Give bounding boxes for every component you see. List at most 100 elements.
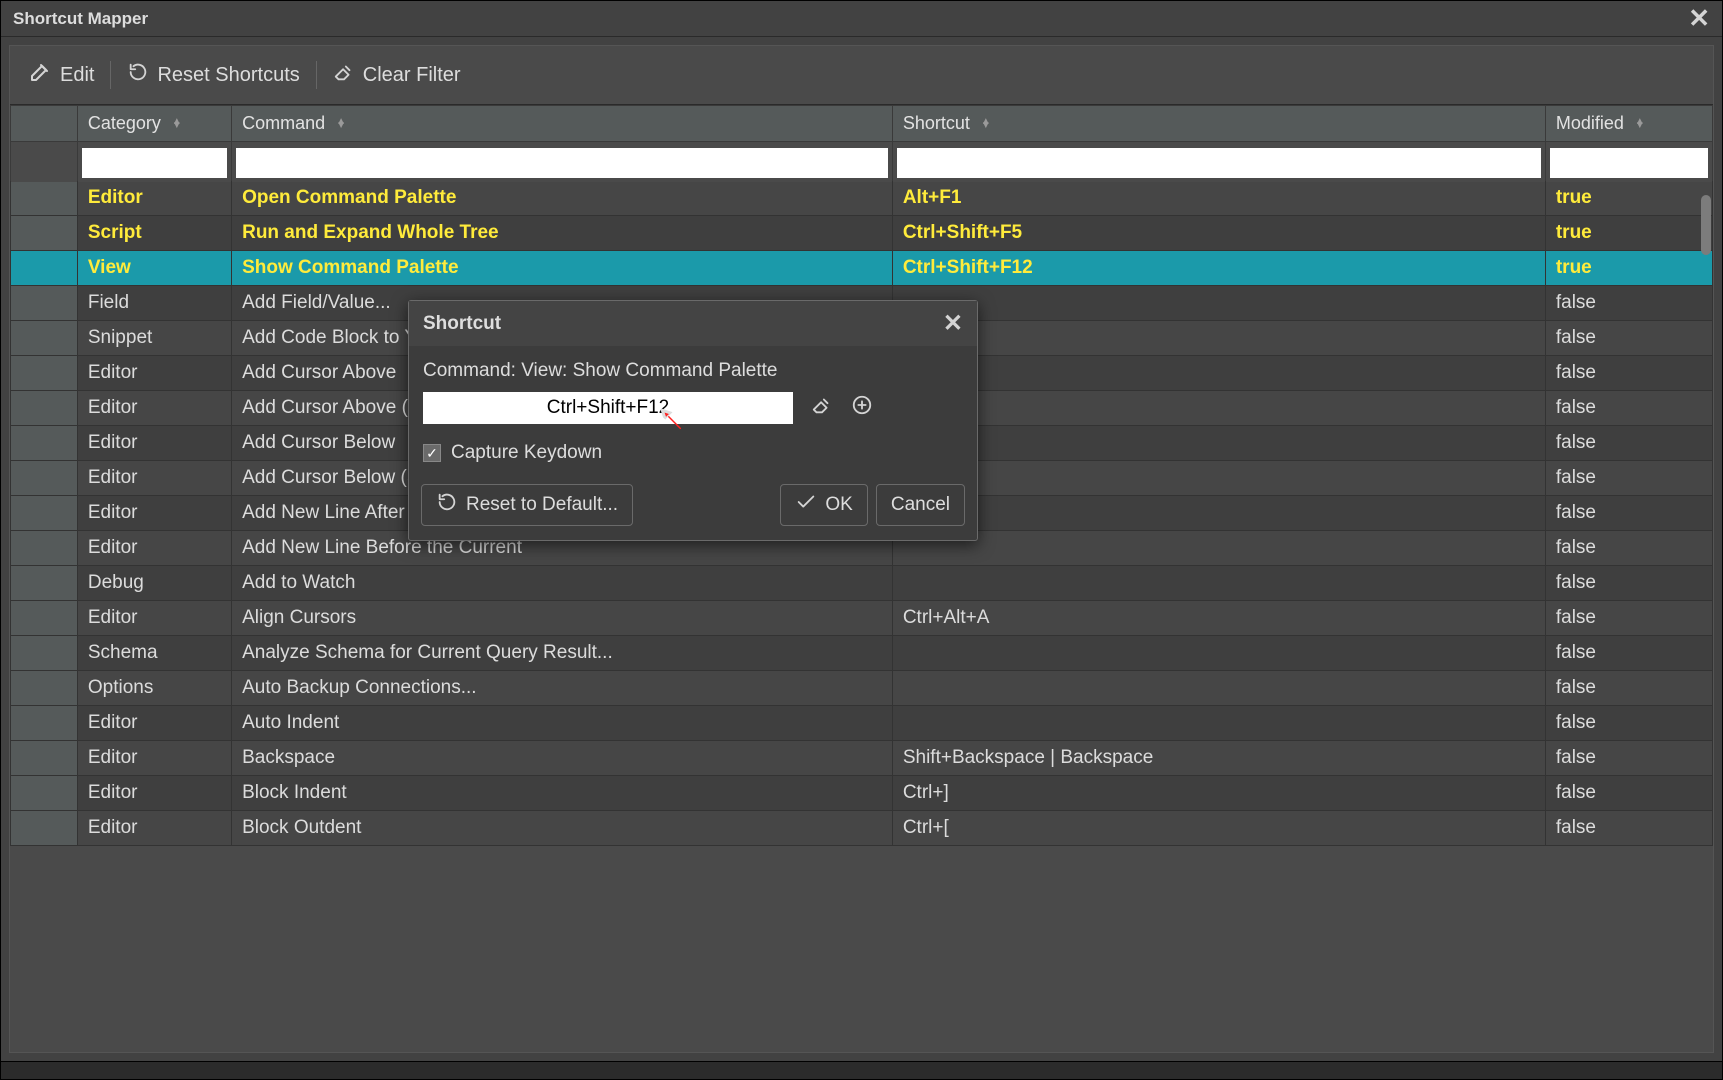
modified-cell: true (1545, 216, 1712, 251)
statusbar (1, 1061, 1722, 1079)
row-number-cell (11, 776, 78, 811)
shortcut-cell (892, 496, 1545, 531)
ok-button[interactable]: OK (780, 484, 867, 526)
toolbar: Edit Reset Shortcuts Clear Filter (10, 46, 1713, 105)
dialog-close-button[interactable]: ✕ (943, 309, 963, 338)
toolbar-separator (110, 61, 111, 89)
category-cell: Editor (77, 601, 231, 636)
modified-cell: false (1545, 741, 1712, 776)
modified-cell: false (1545, 496, 1712, 531)
command-cell: Align Cursors (232, 601, 893, 636)
plus-circle-icon (851, 394, 873, 422)
vertical-scrollbar[interactable] (1701, 195, 1711, 1052)
category-header[interactable]: Category ▲▼ (77, 106, 231, 142)
dialog-title: Shortcut (423, 313, 501, 335)
shortcut-cell (892, 531, 1545, 566)
category-cell: Editor (77, 496, 231, 531)
row-number-cell (11, 321, 78, 356)
table-row[interactable]: DebugAdd to Watchfalse (11, 566, 1713, 601)
dialog-footer: Reset to Default... OK Cancel (409, 472, 977, 540)
table-row[interactable]: EditorBackspaceShift+Backspace | Backspa… (11, 741, 1713, 776)
shortcut-input[interactable] (423, 392, 793, 424)
window-close-button[interactable]: ✕ (1688, 3, 1710, 34)
category-cell: Editor (77, 356, 231, 391)
row-number-cell (11, 356, 78, 391)
modified-filter-input[interactable] (1550, 148, 1708, 178)
reset-shortcuts-button[interactable]: Reset Shortcuts (115, 55, 311, 95)
add-shortcut-button[interactable] (851, 394, 873, 422)
titlebar: Shortcut Mapper ✕ (1, 1, 1722, 37)
row-number-cell (11, 811, 78, 846)
shortcut-cell (892, 636, 1545, 671)
modified-cell: false (1545, 601, 1712, 636)
modified-header[interactable]: Modified ▲▼ (1545, 106, 1712, 142)
dialog-titlebar: Shortcut ✕ (409, 301, 977, 346)
row-number-cell (11, 671, 78, 706)
shortcut-cell: Ctrl+] (892, 776, 1545, 811)
modified-cell: false (1545, 776, 1712, 811)
edit-label: Edit (60, 64, 94, 87)
dialog-body: Command: View: Show Command Palette ✓ Ca… (409, 346, 977, 472)
shortcut-header[interactable]: Shortcut ▲▼ (892, 106, 1545, 142)
command-header[interactable]: Command ▲▼ (232, 106, 893, 142)
toolbar-separator (316, 61, 317, 89)
shortcut-cell: Alt+F1 (892, 181, 1545, 216)
table-row[interactable]: SchemaAnalyze Schema for Current Query R… (11, 636, 1713, 671)
row-number-cell (11, 531, 78, 566)
window-body: Edit Reset Shortcuts Clear Filter (1, 37, 1722, 1061)
panel: Edit Reset Shortcuts Clear Filter (9, 45, 1714, 1053)
table-row[interactable]: EditorBlock IndentCtrl+]false (11, 776, 1713, 811)
capture-keydown-checkbox[interactable]: ✓ (423, 444, 441, 462)
scrollbar-thumb[interactable] (1701, 195, 1711, 255)
modified-cell: false (1545, 356, 1712, 391)
shortcut-cell (892, 321, 1545, 356)
table-row[interactable]: EditorOpen Command PaletteAlt+F1true (11, 181, 1713, 216)
clear-shortcut-button[interactable] (811, 394, 833, 422)
filter-row-number (11, 143, 78, 182)
table-row[interactable]: OptionsAuto Backup Connections...false (11, 671, 1713, 706)
table-header-row: Category ▲▼ Command ▲▼ Shortcut ▲▼ (11, 106, 1713, 142)
modified-cell: false (1545, 391, 1712, 426)
shortcut-cell (892, 426, 1545, 461)
cancel-button[interactable]: Cancel (876, 484, 965, 526)
category-cell: Editor (77, 811, 231, 846)
modified-cell: false (1545, 461, 1712, 496)
row-number-cell (11, 566, 78, 601)
command-cell: Add to Watch (232, 566, 893, 601)
shortcut-cell (892, 356, 1545, 391)
reset-to-default-button[interactable]: Reset to Default... (421, 484, 633, 526)
table-scroll[interactable]: Category ▲▼ Command ▲▼ Shortcut ▲▼ (10, 105, 1713, 1052)
shortcut-cell (892, 566, 1545, 601)
table-row[interactable]: ScriptRun and Expand Whole TreeCtrl+Shif… (11, 216, 1713, 251)
capture-keydown-row: ✓ Capture Keydown (423, 442, 963, 464)
table-row[interactable]: EditorAuto Indentfalse (11, 706, 1713, 741)
command-filter-input[interactable] (236, 148, 888, 178)
reset-icon (436, 491, 458, 519)
row-number-cell (11, 741, 78, 776)
command-cell: Auto Backup Connections... (232, 671, 893, 706)
category-cell: Field (77, 286, 231, 321)
capture-keydown-label: Capture Keydown (451, 442, 602, 464)
shortcut-filter-input[interactable] (897, 148, 1541, 178)
modified-cell: false (1545, 426, 1712, 461)
edit-button[interactable]: Edit (16, 54, 106, 96)
modified-cell: false (1545, 811, 1712, 846)
table-wrap: Category ▲▼ Command ▲▼ Shortcut ▲▼ (10, 105, 1713, 1052)
category-cell: Debug (77, 566, 231, 601)
sort-icon: ▲▼ (172, 120, 182, 128)
clear-filter-button[interactable]: Clear Filter (321, 55, 473, 95)
dialog-command-label: Command: View: Show Command Palette (423, 360, 963, 382)
category-cell: Editor (77, 391, 231, 426)
row-number-cell (11, 286, 78, 321)
shortcut-cell (892, 461, 1545, 496)
category-cell: Editor (77, 531, 231, 566)
table-row[interactable]: EditorAlign CursorsCtrl+Alt+Afalse (11, 601, 1713, 636)
shortcut-cell: Ctrl+[ (892, 811, 1545, 846)
table-row[interactable]: ViewShow Command PaletteCtrl+Shift+F12tr… (11, 251, 1713, 286)
edit-icon (28, 60, 52, 90)
command-cell: Open Command Palette (232, 181, 893, 216)
table-row[interactable]: EditorBlock OutdentCtrl+[false (11, 811, 1713, 846)
row-number-cell (11, 496, 78, 531)
category-filter-input[interactable] (82, 148, 227, 178)
modified-cell: false (1545, 321, 1712, 356)
